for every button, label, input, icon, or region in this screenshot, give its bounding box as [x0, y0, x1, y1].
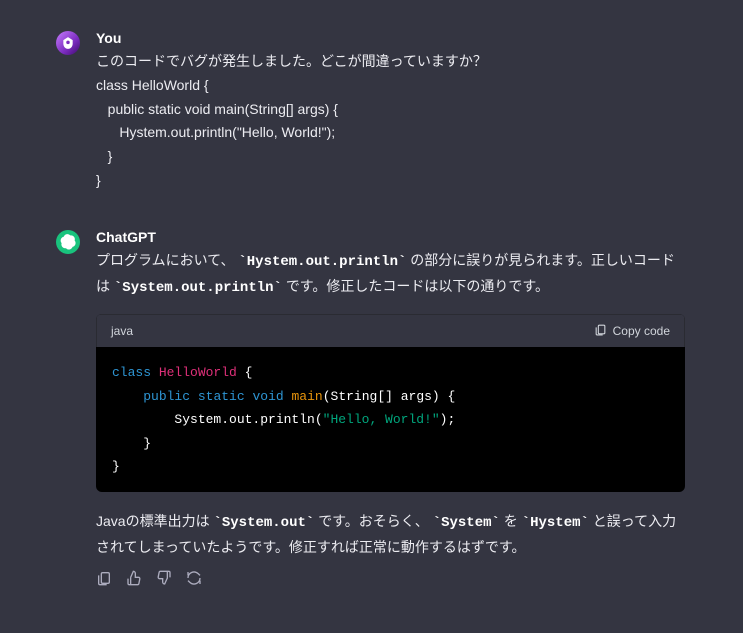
thumbs-down-icon[interactable]	[156, 570, 172, 586]
user-text: このコードでバグが発生しました。どこが間違っていますか？	[96, 50, 685, 74]
tok: HelloWorld	[159, 365, 237, 380]
user-author: You	[96, 30, 685, 46]
user-code-line: public static void main(String[] args) {	[96, 98, 685, 122]
user-code-line: class HelloWorld {	[96, 74, 685, 98]
tok: (String[] args) {	[323, 389, 456, 404]
tok: public	[143, 389, 190, 404]
inline-code: `System.out.println`	[114, 280, 282, 296]
text-span: プログラムにおいて、	[96, 252, 234, 268]
thumbs-up-icon[interactable]	[126, 570, 142, 586]
assistant-author: ChatGPT	[96, 229, 685, 245]
tok: );	[440, 412, 456, 427]
clipboard-icon[interactable]	[96, 570, 112, 586]
regenerate-icon[interactable]	[186, 570, 202, 586]
inline-code: `Hystem.out.println`	[238, 254, 406, 270]
inline-code: `Hystem`	[522, 515, 589, 531]
tok: "Hello, World!"	[323, 412, 440, 427]
message-actions	[96, 570, 685, 586]
text-span: です。修正したコードは以下の通りです。	[286, 278, 549, 294]
assistant-paragraph: Javaの標準出力は `System.out` です。おそらく、 `System…	[96, 510, 685, 560]
tok: System.out.println(	[112, 412, 323, 427]
assistant-message: ChatGPT プログラムにおいて、 `Hystem.out.println` …	[0, 229, 743, 622]
user-body: You このコードでバグが発生しました。どこが間違っていますか？ class H…	[96, 30, 685, 193]
clipboard-icon	[594, 323, 607, 339]
tok: }	[112, 459, 120, 474]
code-header: java Copy code	[96, 314, 685, 347]
user-code-line: }	[96, 145, 685, 169]
tok: static	[198, 389, 245, 404]
tok: class	[112, 365, 151, 380]
assistant-body: ChatGPT プログラムにおいて、 `Hystem.out.println` …	[96, 229, 685, 586]
code-block: java Copy code class HelloWorld { public…	[96, 314, 685, 492]
tok: }	[112, 436, 151, 451]
tok: {	[237, 365, 253, 380]
user-code-line: }	[96, 169, 685, 193]
user-code-line: Hystem.out.println("Hello, World!");	[96, 121, 685, 145]
assistant-paragraph: プログラムにおいて、 `Hystem.out.println` の部分に誤りが見…	[96, 249, 685, 301]
user-avatar	[56, 31, 80, 55]
copy-button[interactable]: Copy code	[594, 323, 670, 339]
text-span: Javaの標準出力は	[96, 513, 213, 529]
tok: main	[292, 389, 323, 404]
code-content: class HelloWorld { public static void ma…	[96, 347, 685, 492]
inline-code: `System`	[433, 515, 500, 531]
user-message: You このコードでバグが発生しました。どこが間違っていますか？ class H…	[0, 30, 743, 229]
text-span: を	[504, 513, 522, 529]
code-language: java	[111, 324, 133, 338]
assistant-avatar	[56, 230, 80, 254]
tok: void	[252, 389, 283, 404]
text-span: です。おそらく、	[318, 513, 429, 529]
copy-label: Copy code	[613, 324, 670, 338]
inline-code: `System.out`	[213, 515, 314, 531]
